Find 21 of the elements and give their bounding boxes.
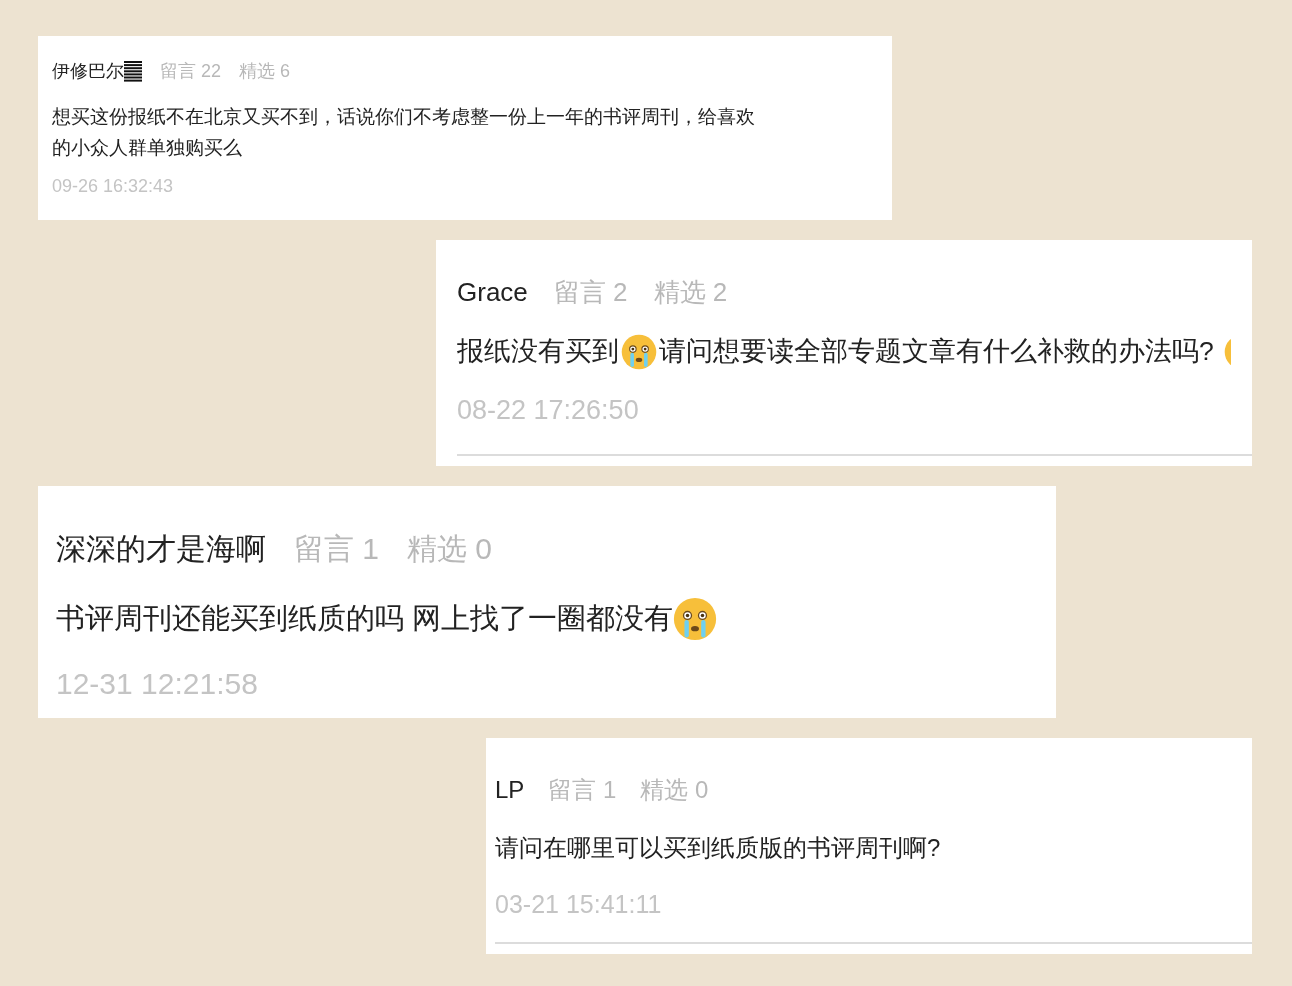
reply-count: 留言 1: [294, 531, 380, 567]
timestamp: 03-21 15:41:11: [495, 889, 663, 920]
timestamp: 12-31 12:21:58: [56, 666, 259, 702]
comment-text: 书评周刊还能买到纸质的吗 网上找了一圈都没有: [56, 601, 674, 637]
reply-count: 留言 2: [553, 276, 628, 309]
reply-count: 留言 1: [548, 775, 617, 805]
comment-text: 请问想要读全部专题文章有什么补救的办法吗?: [659, 335, 1214, 368]
pick-count: 精选 2: [653, 276, 728, 309]
comment-text: 想买这份报纸不在北京又买不到，话说你们不考虑整一份上一年的书评周刊，给喜欢的小众人群单独购买么: [52, 105, 756, 160]
user-name: LP: [495, 775, 525, 805]
pick-count: 精选 0: [407, 531, 493, 567]
user-name: 深深的才是海啊: [56, 531, 266, 567]
user-name: 伊修巴尔: [52, 60, 124, 83]
user-name: Grace: [457, 276, 528, 309]
comment-text: 请问在哪里可以买到纸质版的书评周刊啊?: [495, 833, 942, 863]
pick-count: 精选 0: [640, 775, 709, 805]
reply-count: 留言 22: [160, 60, 222, 83]
comment-text: 报纸没有买到: [457, 335, 619, 368]
pick-count: 精选 6: [239, 60, 291, 83]
timestamp: 08-22 17:26:50: [457, 393, 640, 427]
timestamp: 09-26 16:32:43: [52, 175, 175, 198]
